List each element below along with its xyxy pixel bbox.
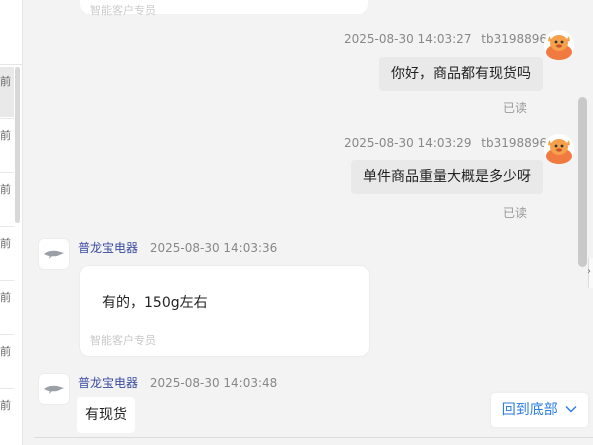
shop-logo-icon <box>44 385 64 394</box>
message-time: 2025-08-30 14:03:29 <box>344 136 472 150</box>
conversation-item-time[interactable]: 前 <box>0 345 11 359</box>
conversation-item-time[interactable]: 前 <box>0 399 11 413</box>
message-time: 2025-08-30 14:03:48 <box>149 376 278 390</box>
conversation-item-time[interactable]: 前 <box>0 75 11 89</box>
chevron-down-icon <box>565 406 577 413</box>
message-bubble-incoming: 有现货 <box>77 397 135 433</box>
message-meta: 普龙宝电器 2025-08-30 14:03:48 <box>78 374 277 391</box>
user-avatar-icon <box>544 30 574 60</box>
shop-name: 普龙宝电器 <box>78 241 139 255</box>
conversation-list-scrollbar[interactable] <box>15 67 20 223</box>
message-time: 2025-08-30 14:03:27 <box>344 32 472 46</box>
shop-logo-icon <box>44 250 64 259</box>
conversation-item-time[interactable]: 前 <box>0 183 11 197</box>
conversation-item-time[interactable]: 前 <box>0 291 11 305</box>
agent-tag: 智能客户专员 <box>90 4 156 17</box>
panel-toggle[interactable]: › <box>587 258 593 288</box>
input-area-divider <box>34 437 593 438</box>
message-meta: 2025-08-30 14:03:29 tb319889632 <box>344 136 562 150</box>
message-meta: 2025-08-30 14:03:27 tb319889632 <box>344 32 562 46</box>
back-to-bottom-button[interactable]: 回到底部 <box>491 393 588 427</box>
read-status: 已读 <box>503 101 528 115</box>
message-bubble-outgoing: 你好，商品都有现货吗 <box>379 57 543 91</box>
message-card-incoming: 有的，150g左右 智能客户专员 <box>79 265 370 357</box>
chat-scrollbar[interactable] <box>578 97 587 267</box>
agent-tag: 智能客户专员 <box>90 334 156 347</box>
message-meta: 普龙宝电器 2025-08-30 14:03:36 <box>78 239 277 256</box>
shop-avatar <box>38 373 70 405</box>
read-status: 已读 <box>503 206 528 220</box>
back-to-bottom-label: 回到底部 <box>501 402 558 418</box>
conversation-item-time[interactable]: 前 <box>0 237 11 251</box>
user-avatar-icon <box>544 134 574 164</box>
message-text: 有的，150g左右 <box>102 295 208 311</box>
shop-name: 普龙宝电器 <box>78 376 139 390</box>
conversation-list-header <box>0 0 22 65</box>
message-bubble-outgoing: 单件商品重量大概是多少呀 <box>351 160 543 194</box>
chevron-right-icon[interactable]: › <box>587 266 591 277</box>
message-time: 2025-08-30 14:03:36 <box>149 241 278 255</box>
conversation-list-strip <box>0 0 23 445</box>
shop-avatar <box>38 238 70 270</box>
conversation-item-time[interactable]: 前 <box>0 129 11 143</box>
user-avatar <box>544 30 574 60</box>
user-avatar <box>544 134 574 164</box>
message-card-partial: 智能客户专员 <box>80 0 368 17</box>
